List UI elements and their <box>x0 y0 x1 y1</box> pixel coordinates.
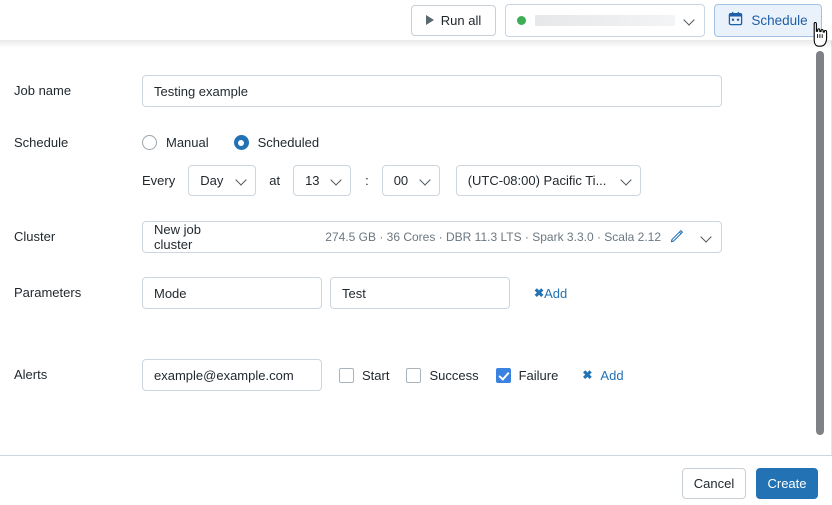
alert-failure-wrap[interactable]: Failure <box>495 367 559 383</box>
cluster-selector[interactable]: New job cluster 274.5 GB · 36 Cores · DB… <box>142 221 722 253</box>
schedule-cadence-row: Every Day at 13 : 00 (UTC-08:00) Pacific… <box>0 165 760 196</box>
chevron-down-icon <box>420 175 431 186</box>
scrollbar-thumb[interactable] <box>816 51 824 435</box>
radio-manual-label: Manual <box>166 135 209 150</box>
alert-success-checkbox[interactable] <box>406 367 422 383</box>
footer-actions: Cancel Create <box>682 468 818 499</box>
timezone-select[interactable]: (UTC-08:00) Pacific Ti... <box>455 165 641 196</box>
schedule-form-panel: Job name Testing example Schedule Manual… <box>0 41 832 455</box>
cancel-button[interactable]: Cancel <box>682 468 746 499</box>
alerts-entry: example@example.com Start Success Failur… <box>142 359 760 391</box>
top-toolbar: Run all Schedule <box>0 0 832 40</box>
schedule-row: Schedule Manual Scheduled <box>0 127 760 158</box>
cluster-label: Cluster <box>14 229 56 244</box>
schedule-mode-radiogroup: Manual Scheduled <box>142 127 760 158</box>
cluster-field-wrap: New job cluster 274.5 GB · 36 Cores · DB… <box>142 221 760 253</box>
schedule-field-wrap: Manual Scheduled <box>142 127 760 158</box>
pencil-edit-icon[interactable] <box>670 229 684 246</box>
cluster-row: Cluster New job cluster 274.5 GB · 36 Co… <box>0 221 760 253</box>
parameter-value-input[interactable]: Test <box>330 277 510 309</box>
hour-select-value: 13 <box>305 173 320 188</box>
minute-select-value: 00 <box>393 173 409 188</box>
create-button[interactable]: Create <box>756 468 818 499</box>
parameters-row: Parameters Mode Test ✖ Add <box>0 277 760 309</box>
cluster-selector-value <box>535 14 675 26</box>
alerts-add-label[interactable]: Add <box>600 368 623 383</box>
run-all-label: Run all <box>440 12 482 28</box>
alert-start-label: Start <box>362 367 390 383</box>
alert-email-input[interactable]: example@example.com <box>142 359 322 391</box>
alerts-add-control[interactable]: ✖ Add <box>582 368 623 383</box>
alert-failure-checkbox[interactable] <box>495 367 511 383</box>
alert-failure-label: Failure <box>518 367 559 383</box>
at-label: at <box>269 173 281 188</box>
cadence-field-wrap: Every Day at 13 : 00 (UTC-08:00) Pacific… <box>142 165 760 196</box>
dialog-footer: Cancel Create <box>0 455 832 505</box>
chevron-down-icon <box>331 175 342 186</box>
alert-success-label: Success <box>429 367 479 383</box>
job-name-field-wrap: Testing example <box>142 75 760 107</box>
chevron-down-icon <box>621 175 632 186</box>
parameters-field-wrap: Mode Test ✖ Add <box>142 277 760 309</box>
schedule-button[interactable]: Schedule <box>714 3 822 37</box>
vertical-scrollbar[interactable] <box>815 45 825 445</box>
radio-scheduled-label: Scheduled <box>257 135 320 150</box>
remove-icon[interactable]: ✖ <box>534 286 544 300</box>
cluster-selector-dropdown[interactable] <box>505 3 705 37</box>
radio-scheduled[interactable] <box>233 135 249 150</box>
cluster-specs: 274.5 GB · 36 Cores · DBR 11.3 LTS · Spa… <box>325 230 661 244</box>
parameter-entry: Mode Test ✖ Add <box>142 277 760 309</box>
chevron-down-icon <box>236 175 247 186</box>
time-colon: : <box>365 173 369 188</box>
radio-manual[interactable] <box>142 135 157 150</box>
period-select-value: Day <box>200 173 224 188</box>
parameter-key-input[interactable]: Mode <box>142 277 322 309</box>
parameters-label: Parameters <box>14 285 82 300</box>
calendar-icon <box>728 11 743 29</box>
alert-success-wrap[interactable]: Success <box>406 367 479 383</box>
parameters-add-label[interactable]: Add <box>544 286 567 301</box>
schedule-label-text: Schedule <box>14 135 69 150</box>
job-name-row: Job name Testing example <box>0 75 760 107</box>
chevron-down-icon <box>684 15 695 26</box>
cadence-controls: Every Day at 13 : 00 (UTC-08:00) Pacific… <box>142 165 760 196</box>
alert-start-wrap[interactable]: Start <box>339 367 390 383</box>
alert-start-checkbox[interactable] <box>339 367 354 383</box>
alerts-field-wrap: example@example.com Start Success Failur… <box>142 359 760 391</box>
every-label: Every <box>142 173 176 188</box>
alerts-row: Alerts example@example.com Start Success… <box>0 359 760 391</box>
remove-icon[interactable]: ✖ <box>582 368 592 382</box>
play-icon <box>425 15 434 25</box>
status-dot-icon <box>517 15 526 25</box>
cluster-name: New job cluster <box>154 222 201 252</box>
alerts-label: Alerts <box>14 367 48 382</box>
chevron-down-icon[interactable] <box>701 232 712 243</box>
timezone-select-value: (UTC-08:00) Pacific Ti... <box>467 173 607 188</box>
run-all-button[interactable]: Run all <box>411 4 496 36</box>
hour-select[interactable]: 13 <box>293 165 352 196</box>
schedule-label: Schedule <box>751 12 808 28</box>
job-name-label: Job name <box>14 83 72 98</box>
parameters-add-control[interactable]: ✖ Add <box>534 286 567 301</box>
job-name-input[interactable]: Testing example <box>142 75 722 107</box>
minute-select[interactable]: 00 <box>381 165 440 196</box>
period-select[interactable]: Day <box>188 165 257 196</box>
